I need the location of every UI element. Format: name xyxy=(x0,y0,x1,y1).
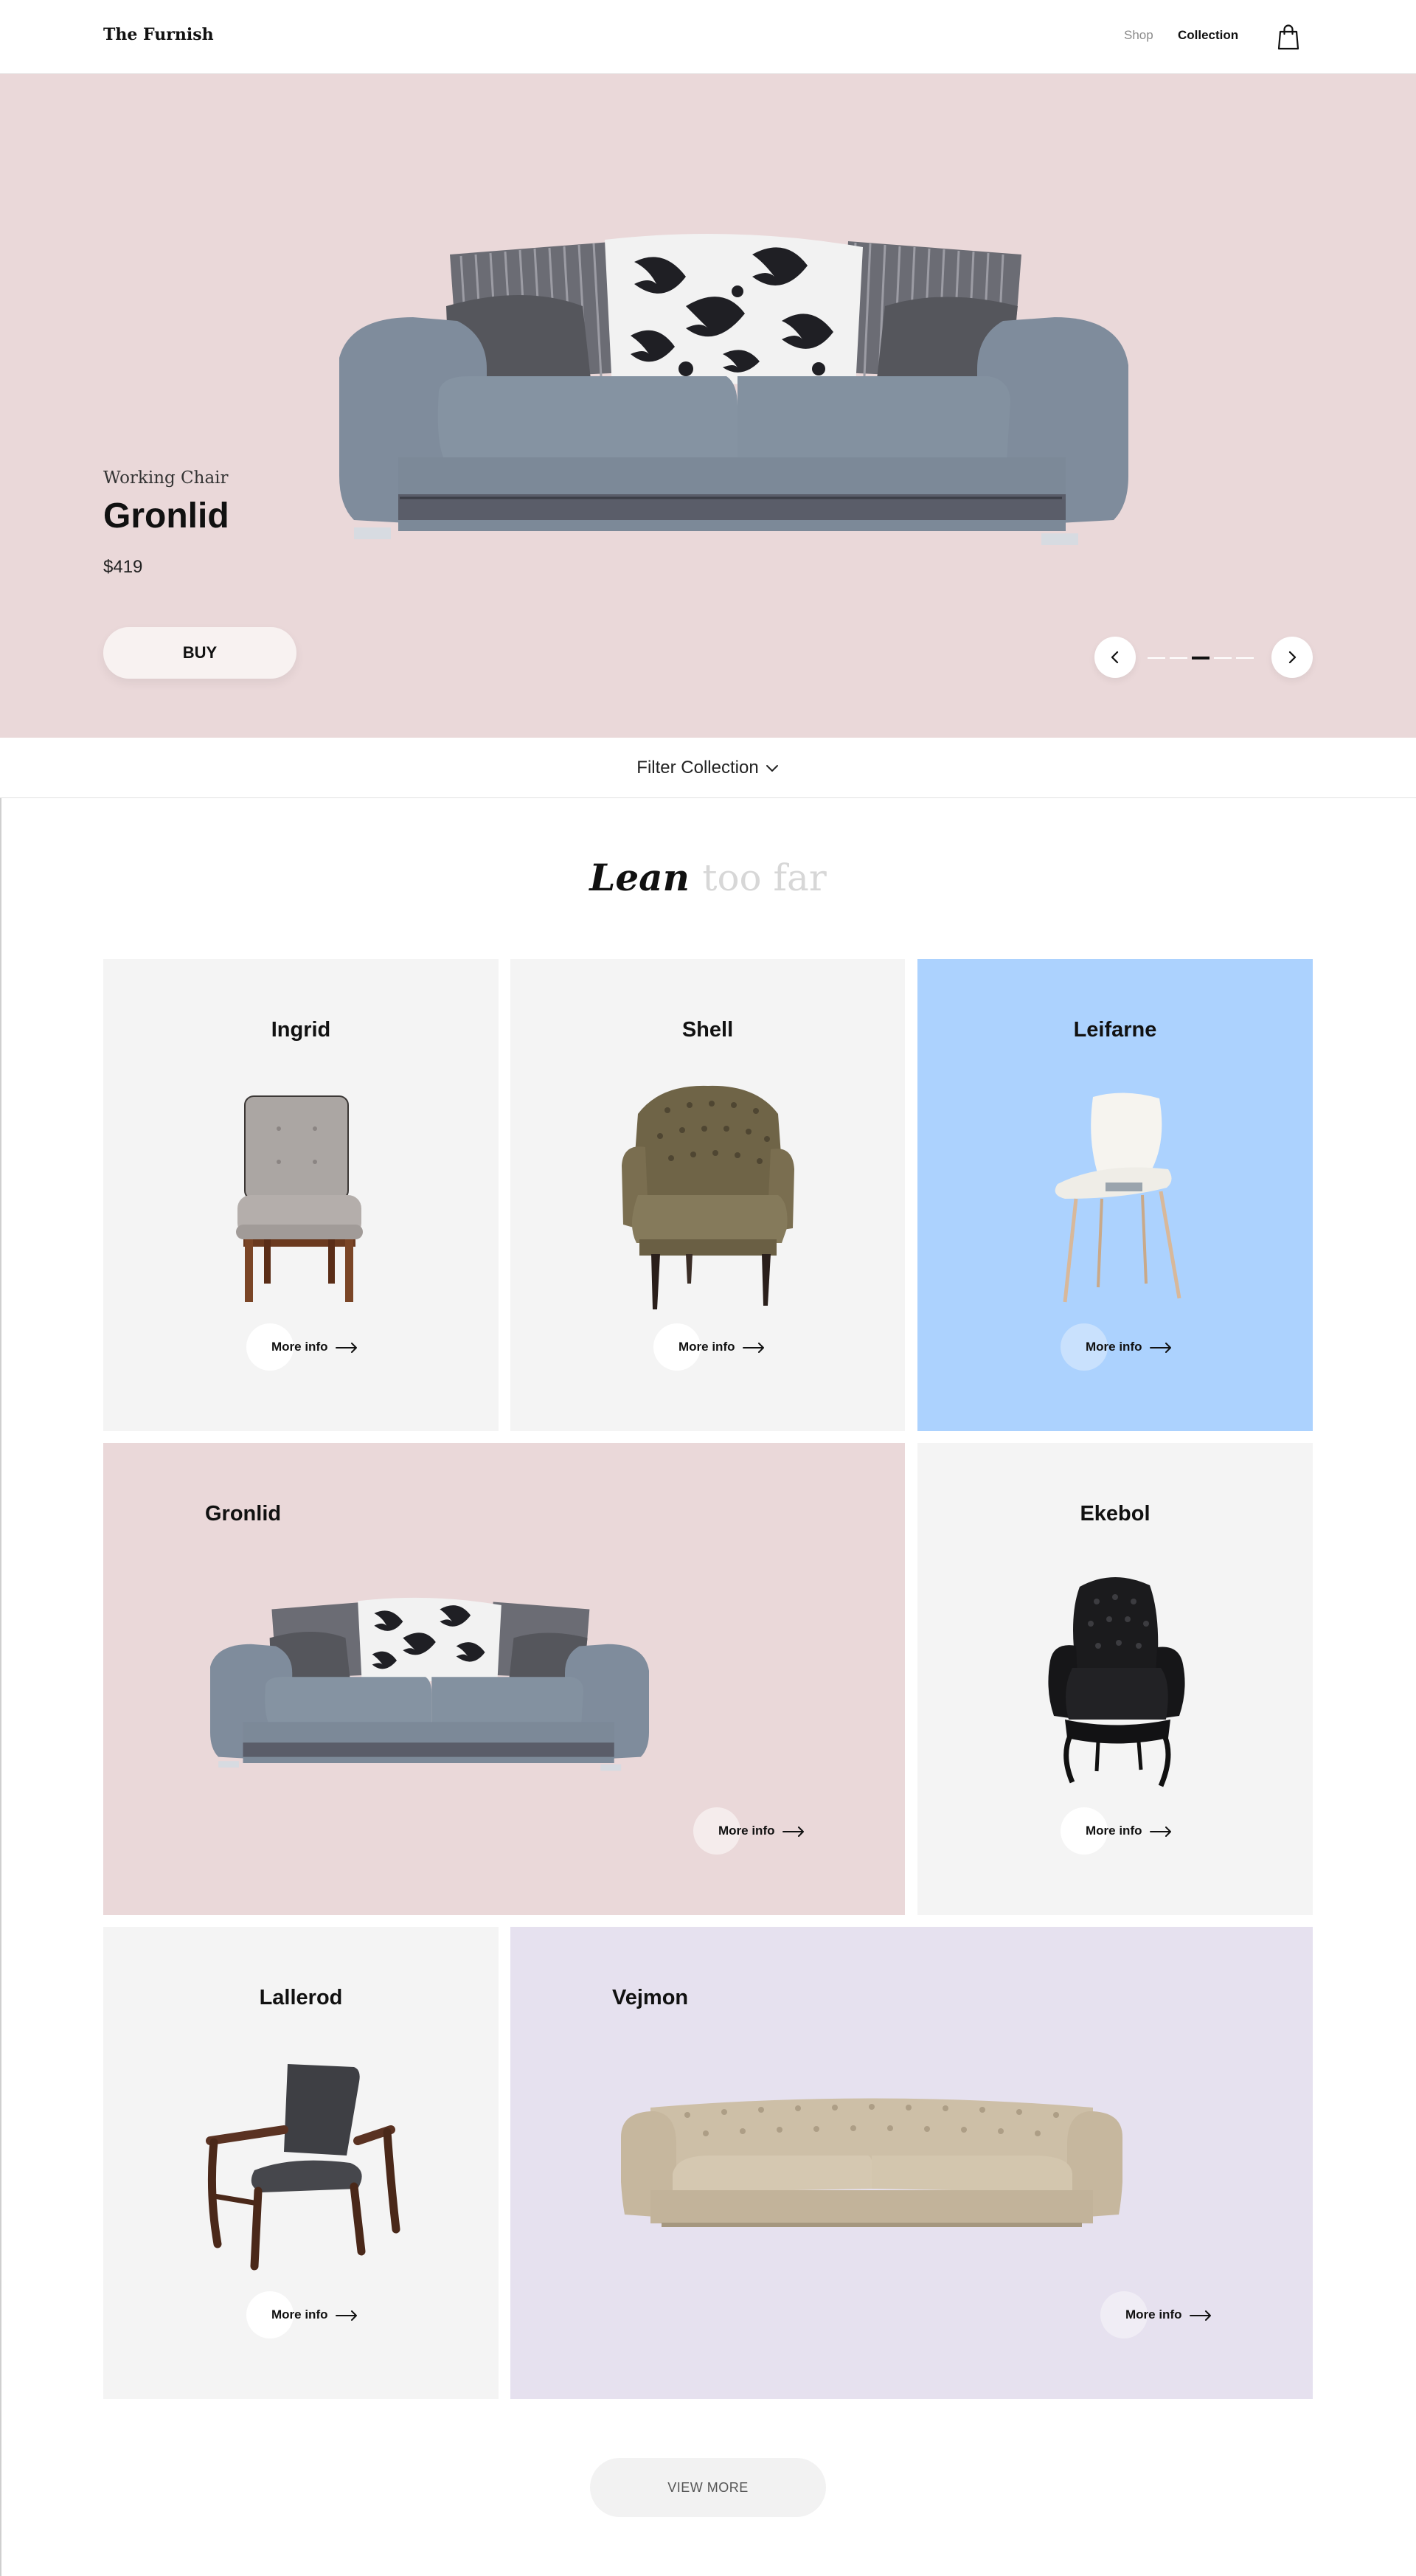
arrow-right-icon xyxy=(1189,2310,1211,2321)
filter-label: Filter Collection xyxy=(636,758,759,778)
leifarne-chair-image xyxy=(1055,1093,1181,1303)
more-info-label: More info xyxy=(271,1340,328,1354)
hero-sofa-image xyxy=(339,234,1128,545)
more-info-link[interactable]: More info xyxy=(1061,1807,1193,1855)
ekebol-armchair-image xyxy=(1048,1576,1185,1787)
product-name: Ekebol xyxy=(1080,1502,1150,1526)
filter-bar: Filter Collection xyxy=(0,738,1416,798)
slider-dot[interactable] xyxy=(1170,657,1187,659)
product-name: Shell xyxy=(681,1018,734,1042)
arrow-right-icon xyxy=(742,1343,764,1353)
arrow-right-icon xyxy=(1149,1343,1171,1353)
arrow-right-icon xyxy=(335,1343,357,1353)
vejmon-chesterfield-sofa-image xyxy=(621,2098,1122,2227)
section-title-light: too far xyxy=(702,856,827,899)
hero-banner: Working Chair Gronlid $419 BUY xyxy=(0,74,1416,738)
left-border-line xyxy=(0,798,1,2576)
arrow-right-icon xyxy=(782,1827,804,1837)
more-info-label: More info xyxy=(1125,2307,1182,2321)
more-info-label: More info xyxy=(678,1340,735,1354)
product-name: Gronlid xyxy=(205,1502,282,1526)
product-card-ekebol[interactable]: Ekebol More info xyxy=(917,1443,1313,1915)
more-info-label: More info xyxy=(718,1824,775,1838)
lallerod-armchair-image xyxy=(206,2064,400,2271)
slider-dot[interactable] xyxy=(1214,657,1232,659)
more-info-link[interactable]: More info xyxy=(246,1323,379,1371)
slider-prev-button[interactable] xyxy=(1094,637,1136,678)
filter-collection-button[interactable]: Filter Collection xyxy=(0,738,1416,798)
product-name: Vejmon xyxy=(612,1986,689,2009)
more-info-label: More info xyxy=(1086,1340,1142,1354)
hero-category: Working Chair xyxy=(103,468,229,488)
slider-dots xyxy=(1148,657,1261,659)
chevron-down-icon xyxy=(766,765,778,772)
more-info-label: More info xyxy=(271,2307,328,2321)
ingrid-chair-image xyxy=(236,1095,363,1302)
site-header: The Furnish Shop Collection xyxy=(0,0,1416,74)
product-card-shell[interactable]: Shell More info xyxy=(510,959,905,1431)
nav-link-shop[interactable]: Shop xyxy=(1124,28,1153,43)
product-card-vejmon[interactable]: Vejmon More info xyxy=(510,1927,1313,2399)
arrow-right-icon xyxy=(335,2310,357,2321)
shell-armchair-image xyxy=(622,1085,794,1309)
section-title: Lean too far xyxy=(0,856,1416,899)
chevron-right-icon xyxy=(1288,651,1297,664)
buy-button[interactable]: BUY xyxy=(103,627,296,679)
slider-dot[interactable] xyxy=(1148,657,1165,659)
hero-product-name: Gronlid xyxy=(103,496,229,536)
more-info-label: More info xyxy=(1086,1824,1142,1838)
slider-dot-active[interactable] xyxy=(1192,657,1210,659)
site-logo[interactable]: The Furnish xyxy=(103,25,214,44)
more-info-link[interactable]: More info xyxy=(653,1323,786,1371)
section-title-bold: Lean xyxy=(589,856,690,899)
more-info-link[interactable]: More info xyxy=(1100,2291,1233,2338)
product-name: Leifarne xyxy=(1073,1018,1157,1042)
product-card-ingrid[interactable]: Ingrid More info xyxy=(103,959,499,1431)
more-info-link[interactable]: More info xyxy=(693,1807,826,1855)
gronlid-sofa-image xyxy=(210,1597,649,1771)
chevron-left-icon xyxy=(1111,651,1119,664)
product-card-leifarne[interactable]: Leifarne More info xyxy=(917,959,1313,1431)
product-card-gronlid[interactable]: Gronlid More info xyxy=(103,1443,905,1915)
hero-price: $419 xyxy=(103,557,143,577)
arrow-right-icon xyxy=(1149,1827,1171,1837)
shopping-bag-icon[interactable] xyxy=(1277,24,1299,50)
nav-link-collection[interactable]: Collection xyxy=(1178,28,1238,43)
more-info-link[interactable]: More info xyxy=(1061,1323,1193,1371)
more-info-link[interactable]: More info xyxy=(246,2291,379,2338)
slider-dot[interactable] xyxy=(1236,657,1254,659)
view-more-button[interactable]: VIEW MORE xyxy=(590,2458,826,2517)
product-card-lallerod[interactable]: Lallerod More info xyxy=(103,1927,499,2399)
slider-next-button[interactable] xyxy=(1271,637,1313,678)
product-name: Lallerod xyxy=(259,1986,343,2009)
product-name: Ingrid xyxy=(271,1018,331,1042)
